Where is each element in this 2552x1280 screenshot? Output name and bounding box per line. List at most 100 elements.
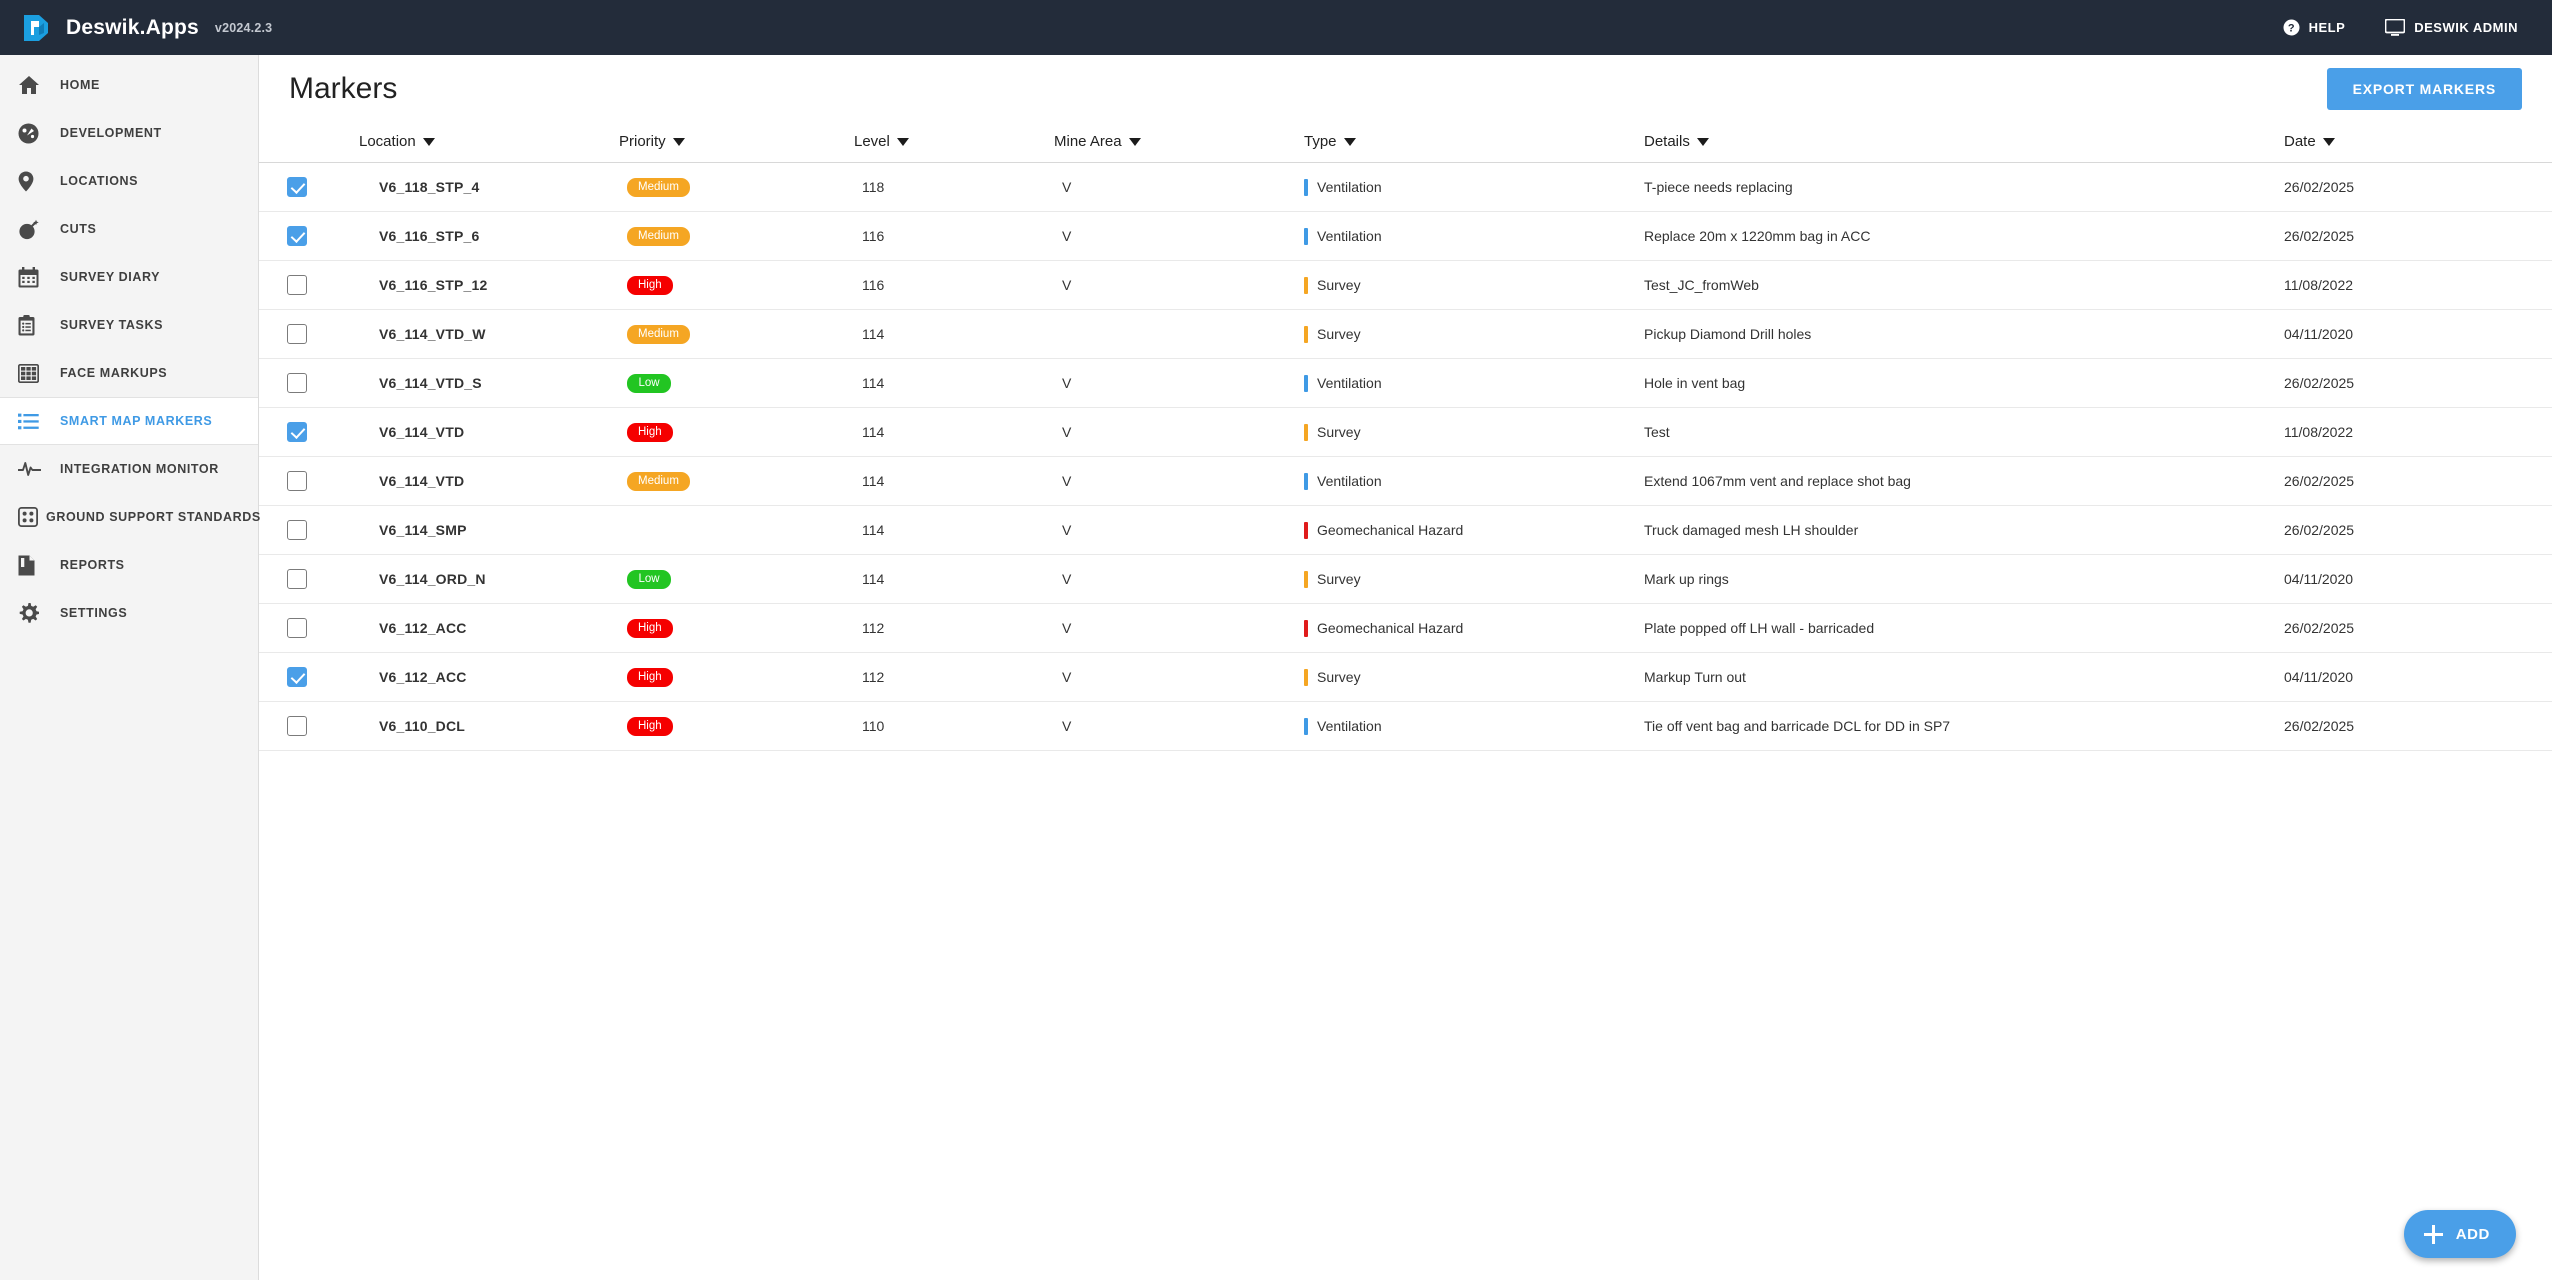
column-header-location[interactable]: Location <box>359 123 619 163</box>
row-checkbox[interactable] <box>287 618 307 638</box>
svg-text:?: ? <box>2287 23 2294 35</box>
type-color-bar <box>1304 669 1308 686</box>
cell-priority: High <box>619 604 854 653</box>
row-checkbox[interactable] <box>287 177 307 197</box>
plus-icon <box>2424 1225 2443 1244</box>
column-label: Location <box>359 133 416 150</box>
column-header-level[interactable]: Level <box>854 123 1054 163</box>
cell-date: 04/11/2020 <box>2284 310 2552 359</box>
cell-type: Survey <box>1304 261 1644 310</box>
sidebar-item-home[interactable]: HOME <box>0 61 258 109</box>
priority-badge: High <box>627 668 673 687</box>
cell-type: Geomechanical Hazard <box>1304 604 1644 653</box>
brand[interactable]: Deswik.Apps v2024.2.3 <box>0 13 272 43</box>
brand-title: Deswik.Apps <box>66 16 199 40</box>
row-checkbox[interactable] <box>287 520 307 540</box>
cell-priority: High <box>619 653 854 702</box>
sidebar-item-locations[interactable]: LOCATIONS <box>0 157 258 205</box>
sidebar-item-survey-diary[interactable]: SURVEY DIARY <box>0 253 258 301</box>
cell-level: 114 <box>854 457 1054 506</box>
sidebar-item-integration-monitor[interactable]: INTEGRATION MONITOR <box>0 445 258 493</box>
column-header-mine-area[interactable]: Mine Area <box>1054 123 1304 163</box>
sidebar-item-ground-support-standards[interactable]: GROUND SUPPORT STANDARDS <box>0 493 258 541</box>
cell-type: Ventilation <box>1304 359 1644 408</box>
sidebar-item-cuts[interactable]: CUTS <box>0 205 258 253</box>
row-checkbox[interactable] <box>287 569 307 589</box>
cell-date: 26/02/2025 <box>2284 506 2552 555</box>
cell-location: V6_112_ACC <box>359 604 619 653</box>
cell-priority: Low <box>619 555 854 604</box>
table-row[interactable]: V6_110_DCLHigh110VVentilationTie off ven… <box>259 702 2552 751</box>
clipboard-list-icon <box>18 315 52 336</box>
cell-mine-area: V <box>1054 212 1304 261</box>
column-header-priority[interactable]: Priority <box>619 123 854 163</box>
cell-level: 114 <box>854 506 1054 555</box>
type-color-bar <box>1304 718 1308 735</box>
type-color-bar <box>1304 277 1308 294</box>
sidebar-item-label: SURVEY DIARY <box>60 270 160 284</box>
row-checkbox[interactable] <box>287 373 307 393</box>
priority-badge: Medium <box>627 472 690 491</box>
priority-badge: Medium <box>627 325 690 344</box>
sidebar-item-reports[interactable]: REPORTS <box>0 541 258 589</box>
column-header-date[interactable]: Date <box>2284 123 2552 163</box>
priority-badge: High <box>627 423 673 442</box>
row-checkbox[interactable] <box>287 667 307 687</box>
help-button[interactable]: ? HELP <box>2283 19 2346 36</box>
table-row[interactable]: V6_114_VTD_WMedium114SurveyPickup Diamon… <box>259 310 2552 359</box>
page-header: Markers EXPORT MARKERS <box>259 55 2552 123</box>
type-color-bar <box>1304 179 1308 196</box>
priority-badge: Low <box>627 374 671 393</box>
user-menu-button[interactable]: DESWIK ADMIN <box>2385 19 2518 36</box>
column-header-details[interactable]: Details <box>1644 123 2284 163</box>
add-marker-button[interactable]: ADD <box>2404 1210 2516 1258</box>
calendar-icon <box>18 267 52 288</box>
sidebar-item-survey-tasks[interactable]: SURVEY TASKS <box>0 301 258 349</box>
table-row[interactable]: V6_114_SMP114VGeomechanical HazardTruck … <box>259 506 2552 555</box>
table-row[interactable]: V6_114_ORD_NLow114VSurveyMark up rings04… <box>259 555 2552 604</box>
row-select-cell <box>259 359 359 408</box>
sidebar-item-label: GROUND SUPPORT STANDARDS <box>46 510 261 524</box>
row-checkbox[interactable] <box>287 324 307 344</box>
cell-date: 04/11/2020 <box>2284 555 2552 604</box>
row-checkbox[interactable] <box>287 422 307 442</box>
table-row[interactable]: V6_116_STP_12High116VSurveyTest_JC_fromW… <box>259 261 2552 310</box>
table-row[interactable]: V6_116_STP_6Medium116VVentilationReplace… <box>259 212 2552 261</box>
sidebar-item-smart-map-markers[interactable]: SMART MAP MARKERS <box>0 397 258 445</box>
column-label: Level <box>854 133 890 150</box>
cell-mine-area: V <box>1054 408 1304 457</box>
markers-table: Location Priority Level <box>259 123 2552 751</box>
cell-priority: High <box>619 702 854 751</box>
row-checkbox[interactable] <box>287 471 307 491</box>
table-row[interactable]: V6_114_VTDMedium114VVentilationExtend 10… <box>259 457 2552 506</box>
cell-location: V6_116_STP_6 <box>359 212 619 261</box>
table-row[interactable]: V6_118_STP_4Medium118VVentilationT-piece… <box>259 163 2552 212</box>
column-header-type[interactable]: Type <box>1304 123 1644 163</box>
cell-level: 112 <box>854 604 1054 653</box>
priority-badge: High <box>627 619 673 638</box>
row-select-cell <box>259 408 359 457</box>
page-title: Markers <box>289 72 397 106</box>
table-row[interactable]: V6_112_ACCHigh112VSurveyMarkup Turn out0… <box>259 653 2552 702</box>
list-bullets-icon <box>18 413 52 430</box>
sidebar-item-development[interactable]: DEVELOPMENT <box>0 109 258 157</box>
row-checkbox[interactable] <box>287 275 307 295</box>
table-row[interactable]: V6_112_ACCHigh112VGeomechanical HazardPl… <box>259 604 2552 653</box>
type-label: Ventilation <box>1317 228 1382 244</box>
table-row[interactable]: V6_114_VTDHigh114VSurveyTest11/08/2022 <box>259 408 2552 457</box>
cell-level: 114 <box>854 359 1054 408</box>
export-markers-button[interactable]: EXPORT MARKERS <box>2327 68 2522 110</box>
type-color-bar <box>1304 424 1308 441</box>
type-color-bar <box>1304 522 1308 539</box>
row-checkbox[interactable] <box>287 226 307 246</box>
cell-details: Test_JC_fromWeb <box>1644 261 2284 310</box>
row-select-cell <box>259 212 359 261</box>
type-color-bar <box>1304 375 1308 392</box>
sidebar-item-face-markups[interactable]: FACE MARKUPS <box>0 349 258 397</box>
table-row[interactable]: V6_114_VTD_SLow114VVentilationHole in ve… <box>259 359 2552 408</box>
sidebar-item-label: SETTINGS <box>60 606 127 620</box>
cell-mine-area: V <box>1054 653 1304 702</box>
row-checkbox[interactable] <box>287 716 307 736</box>
cell-priority: Medium <box>619 310 854 359</box>
sidebar-item-settings[interactable]: SETTINGS <box>0 589 258 637</box>
